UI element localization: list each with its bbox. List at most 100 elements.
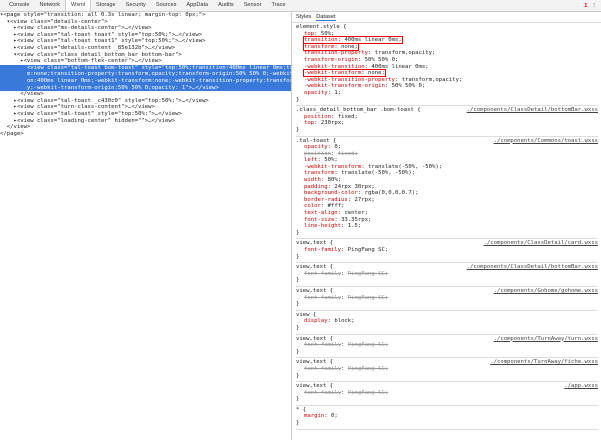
rule-source-link[interactable]: ./components/Gohome/gohome.wxss <box>494 288 598 295</box>
wxml-node-line[interactable]: ▸<view class="bottom-flex-center">…</vie… <box>0 58 291 65</box>
wxml-node-line[interactable]: ▸<view class="tal-toast _c430c0" style="… <box>0 98 291 105</box>
more-options-icon[interactable]: ⋮ <box>591 3 597 9</box>
style-declaration[interactable]: display: block; <box>296 318 598 325</box>
rule-close-brace: } <box>296 126 300 133</box>
property-value: translate(-50%, -50%); <box>368 163 443 170</box>
subtab-dataset[interactable]: Dataset <box>316 14 336 21</box>
wxml-node-line[interactable]: ▸<view class="tal-toast" style="top:50%;… <box>0 111 291 118</box>
tab-security[interactable]: Security <box>121 0 151 11</box>
style-declaration[interactable]: color: #fff; <box>296 203 598 210</box>
style-declaration[interactable]: border-radius: 27rpx; <box>296 197 598 204</box>
wxml-node-line[interactable]: ▸<view class="tal-toast toast1" style="t… <box>0 38 291 45</box>
style-rule: view,text {./components/TurnAway/fiche.w… <box>296 358 598 383</box>
wxml-node-line[interactable]: m:none;transition-property:transform,opa… <box>0 71 291 78</box>
rule-source-link[interactable]: ./app.wxss <box>564 383 598 390</box>
property-value: none; <box>341 43 358 50</box>
wxml-node-line[interactable]: </view> <box>0 91 291 98</box>
tab-console[interactable]: Console <box>4 0 35 11</box>
style-declaration[interactable]: background-color: rgba(0,0,0,0.7); <box>296 190 598 197</box>
style-declaration[interactable]: transition: 400ms linear 0ms; <box>296 36 598 45</box>
style-declaration[interactable]: transform-origin: 50% 50% 0; <box>296 57 598 64</box>
tab-appdata[interactable]: AppData <box>181 0 213 11</box>
property-name: font-family <box>304 389 342 396</box>
property-value: center; <box>344 210 369 217</box>
rule-source-link[interactable]: ./components/ClassDetail/bottomBar.wxss <box>467 264 598 271</box>
tab-network[interactable]: Network <box>35 0 66 11</box>
tab-sensor[interactable]: Sensor <box>239 0 267 11</box>
style-declaration[interactable]: font-family: PingFang SC; <box>296 247 598 254</box>
style-declaration[interactable]: font-family: PingFang SC; <box>296 271 598 278</box>
styles-pane: Styles Dataset element.style {top: 50%; tr… <box>291 12 601 440</box>
tab-sources[interactable]: Sources <box>151 0 182 11</box>
rule-source-link[interactable]: ./components/ClassDetail/card.wxss <box>483 240 598 247</box>
property-value: fixed; <box>337 113 358 120</box>
subtab-styles[interactable]: Styles <box>296 14 311 20</box>
property-name: -webkit-transform <box>304 70 362 77</box>
wxml-node-line[interactable]: ▾<page style="transition: all 0.3s linea… <box>0 12 291 19</box>
tab-audits[interactable]: Audits <box>213 0 239 11</box>
rule-selector: view,text { <box>296 240 334 247</box>
style-declaration[interactable]: font-family: PingFang SC; <box>296 295 598 302</box>
style-declaration[interactable]: -webkit-transform-origin: 50% 50% 0; <box>296 83 598 90</box>
style-declaration[interactable]: font-family: PingFang SC; <box>296 366 598 373</box>
rule-source-link[interactable]: ./components/ClassDetail/bottomBar.wxss <box>467 107 598 114</box>
style-declaration[interactable]: margin: 0; <box>296 413 598 420</box>
property-value: transform,opacity; <box>401 76 463 83</box>
wxml-node-line[interactable]: </view> <box>0 124 291 131</box>
wxml-node-line[interactable]: on:400ms linear 0ms;-webkit-transform:no… <box>0 77 291 85</box>
rule-selector: .class_detail_bottom_bar .bom-toast { <box>296 107 421 114</box>
property-value: 1; <box>334 89 342 96</box>
style-declaration[interactable]: -webkit-transform: none; <box>296 69 598 78</box>
style-rule: view,text { ./components/ClassDetail/card… <box>296 239 598 264</box>
style-declaration[interactable]: font-family: PingFang SC; <box>296 342 598 349</box>
rule-source-link[interactable]: ./components/TurnAway/turn.wxss <box>494 336 598 343</box>
wxml-node-line[interactable]: y;-webkit-transform-origin:50% 50% 0;opa… <box>0 84 291 92</box>
style-declaration[interactable]: text-align: center; <box>296 210 598 217</box>
wxml-node-line[interactable]: ▸<view class="tal-toast toast" style="to… <box>0 32 291 39</box>
property-value: 0; <box>330 413 338 420</box>
rule-selector: .tal-toast { <box>296 137 337 144</box>
style-declaration[interactable]: -webkit-transition-property: transform,o… <box>296 77 598 84</box>
rule-selector-row: .class_detail_bottom_bar .bom-toast { ./c… <box>296 107 598 114</box>
property-value: PingFang SC; <box>347 294 389 301</box>
style-declaration[interactable]: font-size: 33.35rpx; <box>296 217 598 224</box>
rule-source-link[interactable]: ./components/TurnAway/fiche.wxss <box>490 359 598 366</box>
wxml-node-line[interactable]: ▾<view class="details-center"> <box>0 19 291 26</box>
wxml-node-line[interactable]: ▸<view class="turn-class-content">…</vie… <box>0 104 291 111</box>
declaration-text: transition-property: transform,opacity; <box>304 50 436 57</box>
property-name: display <box>304 318 328 325</box>
tab-trace[interactable]: Trace <box>266 0 290 11</box>
style-declaration[interactable]: line-height: 1.5; <box>296 223 598 230</box>
style-declaration[interactable]: padding: 24rpx 30rpx; <box>296 184 598 191</box>
style-declaration[interactable]: -webkit-transform: translate(-50%, -50%)… <box>296 164 598 171</box>
style-declaration[interactable]: font-family: PingFang SC; <box>296 390 598 397</box>
style-rules: element.style {top: 50%; transition: 400m… <box>292 23 601 430</box>
rule-source-link[interactable]: ./components/Commons/toast.wxss <box>494 138 598 145</box>
style-declaration[interactable]: opacity: 1; <box>296 90 598 97</box>
style-declaration[interactable]: left: 50%; <box>296 157 598 164</box>
wxml-node-line[interactable]: ▸<view class="loading-center" hidden="">… <box>0 118 291 125</box>
error-count-badge[interactable]: 1 <box>584 3 587 9</box>
style-declaration[interactable]: position: fixed; <box>296 151 598 158</box>
wxml-node-line[interactable]: <view class="tal-toast bom-toast" style=… <box>0 64 291 72</box>
style-declaration[interactable]: transform: none; <box>296 42 598 51</box>
declaration-text: transform: translate(-50%, -50%); <box>304 170 416 177</box>
tab-storage[interactable]: Storage <box>91 0 121 11</box>
rule-close-brace: } <box>296 253 300 260</box>
wxml-node-line[interactable]: ▸<view class="ms-details-center">…</view… <box>0 25 291 32</box>
wxml-node-line[interactable]: </page> <box>0 131 291 138</box>
wxml-node-line[interactable]: ▾<view class="class_detail_bottom_bar bo… <box>0 52 291 59</box>
property-name: transition-property <box>304 50 368 57</box>
declaration-text: opacity: 0; <box>304 144 342 151</box>
property-name: transform <box>304 43 335 50</box>
wxml-node-line[interactable]: ▸<view class="details-content _85e132b">… <box>0 45 291 52</box>
style-declaration[interactable]: transition-property: transform,opacity; <box>296 50 598 57</box>
style-declaration[interactable]: width: 80%; <box>296 177 598 184</box>
style-declaration[interactable]: position: fixed; <box>296 114 598 121</box>
rule-selector: view,text { <box>296 287 334 294</box>
tab-wxml[interactable]: Wxml <box>65 0 92 11</box>
style-declaration[interactable]: transform: translate(-50%, -50%); <box>296 170 598 177</box>
style-declaration[interactable]: opacity: 0; <box>296 144 598 151</box>
style-declaration[interactable]: top: 230rpx; <box>296 120 598 127</box>
property-name: top <box>304 120 315 127</box>
